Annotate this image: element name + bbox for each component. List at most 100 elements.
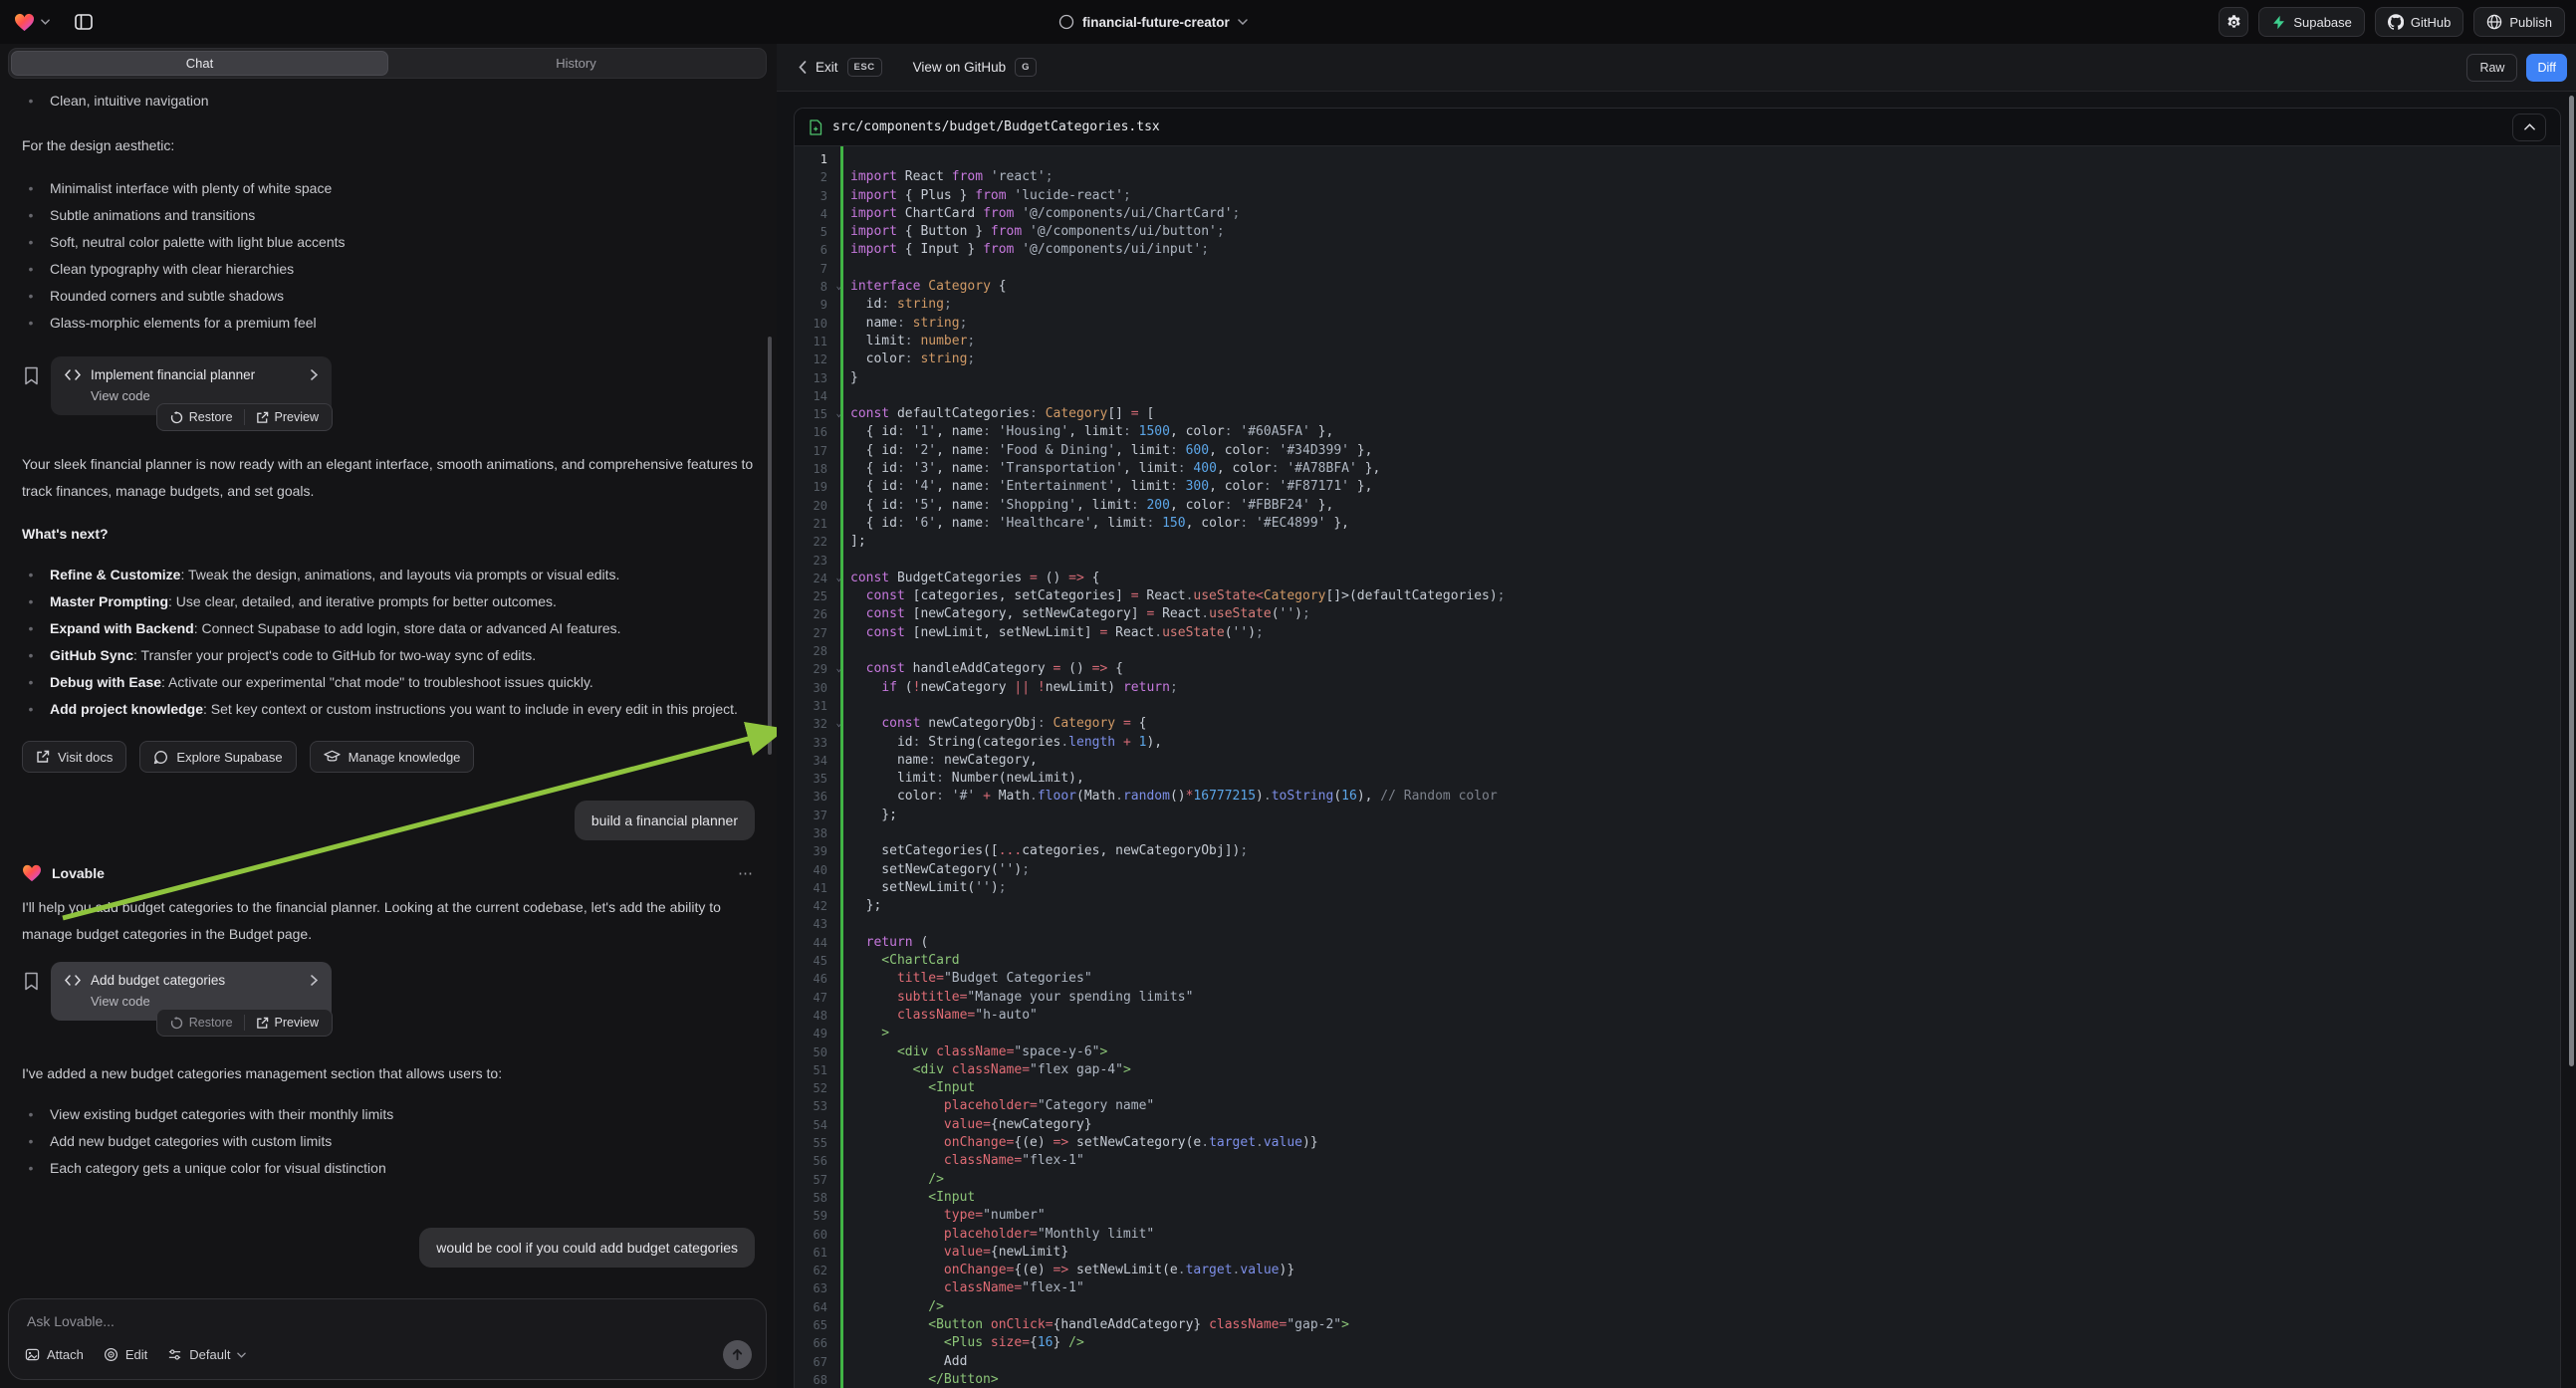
code-line[interactable]: 11 limit: number; xyxy=(795,333,2560,350)
code-line[interactable]: 62 onChange={(e) => setNewLimit(e.target… xyxy=(795,1262,2560,1279)
fold-toggle-icon[interactable]: ⌄ xyxy=(827,570,850,587)
code-line[interactable]: 18 { id: '3', name: 'Transportation', li… xyxy=(795,460,2560,478)
code-line[interactable]: 21 { id: '6', name: 'Healthcare', limit:… xyxy=(795,515,2560,533)
file-header[interactable]: src/components/budget/BudgetCategories.t… xyxy=(795,109,2560,146)
code-line[interactable]: 39 setCategories([...categories, newCate… xyxy=(795,842,2560,860)
chevron-left-icon[interactable] xyxy=(799,61,807,74)
code-line[interactable]: 64 /> xyxy=(795,1298,2560,1316)
code-line[interactable]: 5import { Button } from '@/components/ui… xyxy=(795,223,2560,241)
code-line[interactable]: 68 </Button> xyxy=(795,1371,2560,1388)
code-line[interactable]: 32⌄ const newCategoryObj: Category = { xyxy=(795,715,2560,733)
code-line[interactable]: 36 color: '#' + Math.floor(Math.random()… xyxy=(795,788,2560,806)
code-line[interactable]: 4import ChartCard from '@/components/ui/… xyxy=(795,205,2560,223)
view-code-link[interactable]: View code xyxy=(91,994,318,1009)
bookmark-icon[interactable] xyxy=(24,366,39,385)
lovable-logo-heart-icon[interactable] xyxy=(14,13,35,32)
model-selector[interactable]: Default xyxy=(167,1347,246,1362)
code-line[interactable]: 53 placeholder="Category name" xyxy=(795,1097,2560,1115)
code-line[interactable]: 57 /> xyxy=(795,1171,2560,1189)
code-line[interactable]: 47 subtitle="Manage your spending limits… xyxy=(795,989,2560,1007)
code-line[interactable]: 10 name: string; xyxy=(795,315,2560,333)
fold-toggle-icon[interactable]: ⌄ xyxy=(827,405,850,423)
code-line[interactable]: 30 if (!newCategory || !newLimit) return… xyxy=(795,679,2560,697)
code-line[interactable]: 31 xyxy=(795,697,2560,715)
code-line[interactable]: 33 id: String(categories.length + 1), xyxy=(795,734,2560,752)
code-line[interactable]: 54 value={newCategory} xyxy=(795,1116,2560,1134)
code-line[interactable]: 27 const [newLimit, setNewLimit] = React… xyxy=(795,624,2560,642)
chip-explore-supabase[interactable]: Explore Supabase xyxy=(139,741,296,773)
code-line[interactable]: 7 xyxy=(795,260,2560,278)
code-line[interactable]: 38 xyxy=(795,824,2560,842)
supabase-button[interactable]: Supabase xyxy=(2258,7,2365,37)
code-line[interactable]: 22]; xyxy=(795,533,2560,551)
fold-toggle-icon[interactable]: ⌄ xyxy=(827,660,850,678)
code-line[interactable]: 41 setNewLimit(''); xyxy=(795,879,2560,897)
project-switcher[interactable]: financial-future-creator xyxy=(1058,0,1248,44)
code-line[interactable]: 25 const [categories, setCategories] = R… xyxy=(795,587,2560,605)
view-code-link[interactable]: View code xyxy=(91,388,318,403)
fold-toggle-icon[interactable]: ⌄ xyxy=(827,278,850,296)
code-line[interactable]: 40 setNewCategory(''); xyxy=(795,861,2560,879)
restore-button[interactable]: Restore xyxy=(161,407,242,427)
chip-visit-docs[interactable]: Visit docs xyxy=(22,741,126,773)
exit-button[interactable]: Exit xyxy=(816,60,838,75)
chip-manage-knowledge[interactable]: Manage knowledge xyxy=(310,741,475,773)
settings-button[interactable] xyxy=(2219,7,2248,37)
code-line[interactable]: 44 return ( xyxy=(795,934,2560,952)
publish-button[interactable]: Publish xyxy=(2473,7,2565,37)
github-button[interactable]: GitHub xyxy=(2375,7,2463,37)
version-card[interactable]: Add budget categoriesView codeRestorePre… xyxy=(51,962,332,1021)
code-line[interactable]: 35 limit: Number(newLimit), xyxy=(795,770,2560,788)
code-line[interactable]: 42 }; xyxy=(795,897,2560,915)
code-line[interactable]: 24⌄const BudgetCategories = () => { xyxy=(795,570,2560,587)
restore-button[interactable]: Restore xyxy=(161,1013,242,1033)
code-scrollbar[interactable] xyxy=(2569,96,2574,1066)
message-menu-button[interactable]: ⋯ xyxy=(738,864,755,882)
code-line[interactable]: 12 color: string; xyxy=(795,350,2560,368)
code-line[interactable]: 63 className="flex-1" xyxy=(795,1279,2560,1297)
code-line[interactable]: 23 xyxy=(795,552,2560,570)
code-line[interactable]: 56 className="flex-1" xyxy=(795,1152,2560,1170)
code-line[interactable]: 16 { id: '1', name: 'Housing', limit: 15… xyxy=(795,423,2560,441)
code-line[interactable]: 58 <Input xyxy=(795,1189,2560,1207)
chat-scrollbar[interactable] xyxy=(768,337,772,755)
code-line[interactable]: 26 const [newCategory, setNewCategory] =… xyxy=(795,605,2560,623)
code-line[interactable]: 1 xyxy=(795,150,2560,168)
preview-button[interactable]: Preview xyxy=(247,407,328,427)
code-line[interactable]: 3import { Plus } from 'lucide-react'; xyxy=(795,187,2560,205)
attach-button[interactable]: Attach xyxy=(25,1347,84,1362)
code-line[interactable]: 59 type="number" xyxy=(795,1207,2560,1225)
tab-history[interactable]: History xyxy=(388,51,764,76)
code-line[interactable]: 6import { Input } from '@/components/ui/… xyxy=(795,241,2560,259)
code-line[interactable]: 28 xyxy=(795,642,2560,660)
preview-button[interactable]: Preview xyxy=(247,1013,328,1033)
diff-toggle-button[interactable]: Diff xyxy=(2526,54,2567,82)
code-line[interactable]: 14 xyxy=(795,387,2560,405)
composer-input[interactable]: Ask Lovable... xyxy=(27,1313,750,1329)
logo-chevron-down-icon[interactable] xyxy=(41,19,50,25)
code-line[interactable]: 66 <Plus size={16} /> xyxy=(795,1334,2560,1352)
fold-toggle-icon[interactable]: ⌄ xyxy=(827,715,850,733)
sidebar-toggle-icon[interactable] xyxy=(70,8,98,36)
code-line[interactable]: 15⌄const defaultCategories: Category[] =… xyxy=(795,405,2560,423)
code-line[interactable]: 65 <Button onClick={handleAddCategory} c… xyxy=(795,1316,2560,1334)
chat-composer[interactable]: Ask Lovable... Attach Edit Default xyxy=(8,1298,767,1380)
bookmark-icon[interactable] xyxy=(24,972,39,991)
code-line[interactable]: 48 className="h-auto" xyxy=(795,1007,2560,1025)
code-line[interactable]: 45 <ChartCard xyxy=(795,952,2560,970)
code-line[interactable]: 67 Add xyxy=(795,1353,2560,1371)
code-line[interactable]: 37 }; xyxy=(795,807,2560,824)
edit-button[interactable]: Edit xyxy=(104,1347,147,1362)
code-line[interactable]: 34 name: newCategory, xyxy=(795,752,2560,770)
view-on-github-button[interactable]: View on GitHub xyxy=(913,60,1007,75)
send-button[interactable] xyxy=(723,1340,752,1369)
raw-toggle-button[interactable]: Raw xyxy=(2466,54,2517,82)
code-line[interactable]: 43 xyxy=(795,915,2560,933)
code-line[interactable]: 20 { id: '5', name: 'Shopping', limit: 2… xyxy=(795,497,2560,515)
code-line[interactable]: 50 <div className="space-y-6"> xyxy=(795,1043,2560,1061)
code-line[interactable]: 46 title="Budget Categories" xyxy=(795,970,2560,988)
code-line[interactable]: 52 <Input xyxy=(795,1079,2560,1097)
code-line[interactable]: 8⌄interface Category { xyxy=(795,278,2560,296)
tab-chat[interactable]: Chat xyxy=(11,51,388,76)
code-line[interactable]: 9 id: string; xyxy=(795,296,2560,314)
